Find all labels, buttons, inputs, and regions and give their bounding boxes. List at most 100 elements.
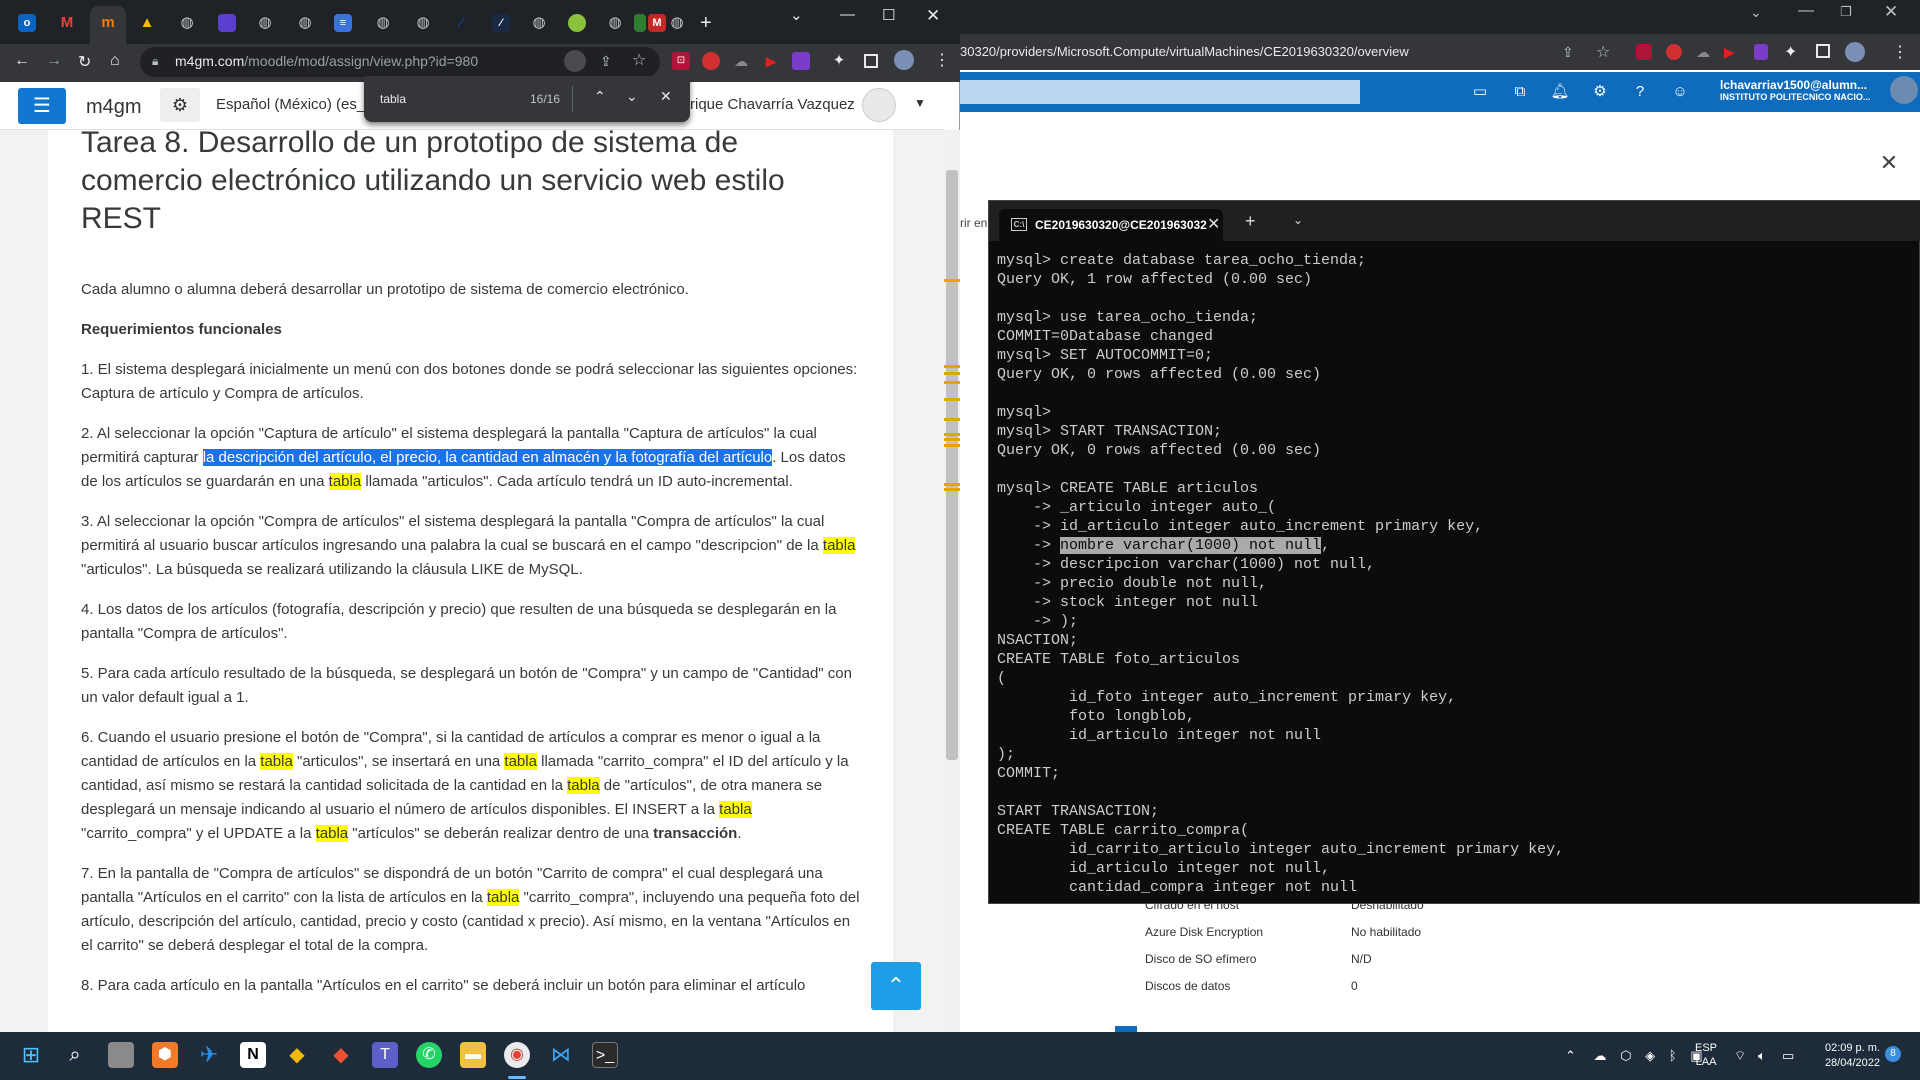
tab-icon[interactable]: ⁄ — [452, 14, 470, 32]
globe-tab-icon[interactable]: ◍ — [414, 14, 432, 32]
sidepanel-icon[interactable] — [1816, 44, 1830, 58]
puzzle-icon[interactable]: ✦ — [830, 52, 848, 70]
azure-search-box[interactable] — [960, 80, 1360, 104]
youtube-extension-icon[interactable]: ▶ — [762, 52, 780, 70]
find-close-icon[interactable]: ✕ — [660, 88, 672, 105]
user-name[interactable]: rique Chavarría Vazquez — [690, 96, 855, 113]
extension-icon[interactable] — [1636, 44, 1652, 60]
moodle-tab-icon[interactable]: m — [99, 14, 117, 32]
chrome-icon[interactable]: ◉ — [504, 1042, 530, 1068]
language-menu[interactable]: Español (México) (es_ — [216, 96, 365, 113]
profile-avatar[interactable] — [894, 50, 914, 70]
share-icon[interactable]: ⇪ — [600, 53, 612, 70]
minimize-button[interactable]: — — [840, 6, 855, 23]
home-icon[interactable]: ⌂ — [110, 52, 120, 70]
right-url-text[interactable]: 30320/providers/Microsoft.Compute/virtua… — [960, 44, 1409, 59]
globe-tab-icon[interactable]: ◍ — [606, 14, 624, 32]
globe-tab-icon[interactable]: ◍ — [256, 14, 274, 32]
globe-tab-icon[interactable]: ◍ — [530, 14, 548, 32]
find-input[interactable]: tabla — [380, 92, 406, 106]
globe-tab-icon[interactable]: ◍ — [374, 14, 392, 32]
sidepanel-icon[interactable] — [864, 54, 878, 68]
find-previous-icon[interactable]: ⌃ — [594, 88, 606, 105]
tab-search-icon[interactable]: ⌄ — [1750, 4, 1762, 21]
find-next-icon[interactable]: ⌄ — [626, 88, 638, 105]
notion-icon[interactable]: N — [240, 1042, 266, 1068]
close-tab-icon[interactable]: ✕ — [1207, 209, 1220, 241]
extension-icon[interactable]: ☁ — [1696, 44, 1710, 61]
bookmark-star-icon[interactable]: ☆ — [1596, 42, 1610, 62]
back-to-top-button[interactable]: ⌃ — [871, 962, 921, 1010]
extension-icon[interactable]: ⊡ — [672, 52, 690, 70]
profile-avatar[interactable] — [1845, 42, 1865, 62]
share-icon[interactable]: ⇪ — [1562, 44, 1574, 61]
restore-button[interactable]: ❐ — [1840, 4, 1852, 20]
reload-icon[interactable]: ↻ — [78, 52, 91, 72]
outlook-tab-icon[interactable]: o — [18, 14, 36, 32]
kebab-menu-icon[interactable]: ⋮ — [1892, 42, 1908, 62]
youtube-extension-icon[interactable]: ▶ — [1724, 44, 1735, 61]
extension-icon[interactable] — [1754, 44, 1768, 60]
tray-app-icon[interactable]: ◈ — [1645, 1048, 1655, 1063]
terminal-window[interactable]: C:\ CE2019630320@CE201963032 ✕ + ⌄ mysql… — [988, 200, 1920, 904]
vscode-icon[interactable]: ⋈ — [548, 1042, 574, 1068]
gear-icon[interactable]: ⚙ — [160, 88, 200, 122]
tab-icon[interactable] — [218, 14, 236, 32]
site-brand[interactable]: m4gm — [86, 96, 142, 119]
directory-icon[interactable]: ⧉ — [1510, 82, 1530, 102]
wifi-icon[interactable]: ⌔ — [1734, 1048, 1746, 1064]
new-tab-button[interactable]: + — [1245, 211, 1256, 232]
lock-icon[interactable]: 🔒︎ — [152, 54, 158, 69]
cloud-icon[interactable]: ☁ — [1594, 1048, 1607, 1063]
start-button[interactable]: ⊞ — [18, 1042, 44, 1068]
terminal-icon[interactable]: >_ — [592, 1042, 618, 1068]
docs-tab-icon[interactable]: ≡ — [334, 14, 352, 32]
reader-icon[interactable] — [564, 50, 586, 72]
avatar[interactable] — [862, 88, 896, 122]
bookmark-star-icon[interactable]: ☆ — [632, 50, 646, 70]
bell-icon[interactable]: 🔔︎ — [1550, 82, 1570, 102]
globe-tab-icon[interactable]: ◍ — [296, 14, 314, 32]
tab-search-icon[interactable]: ⌄ — [790, 6, 803, 24]
back-icon[interactable]: ← — [14, 52, 30, 70]
volume-icon[interactable]: 🔈︎ — [1758, 1048, 1766, 1064]
binance-icon[interactable]: ◆ — [284, 1042, 310, 1068]
feedback-icon[interactable]: ☺ — [1670, 82, 1690, 102]
terminal-tab[interactable]: C:\ CE2019630320@CE201963032 ✕ — [999, 209, 1223, 241]
close-window-button[interactable]: ✕ — [1884, 2, 1898, 22]
chevron-up-icon[interactable]: ⌃ — [1565, 1048, 1576, 1063]
tab-icon[interactable] — [568, 14, 586, 32]
tab-icon[interactable]: M — [648, 14, 666, 32]
globe-tab-icon[interactable]: ◍ — [178, 14, 196, 32]
minimize-button[interactable]: — — [1798, 2, 1814, 20]
menu-toggle-button[interactable]: ☰ — [18, 88, 66, 124]
sheets-tab-icon[interactable] — [634, 14, 646, 32]
scrollbar-thumb[interactable] — [946, 170, 958, 760]
tab-icon[interactable]: ⁄ — [492, 14, 510, 32]
maximize-button[interactable]: ☐ — [882, 6, 895, 24]
gmail-tab-icon[interactable]: M — [58, 14, 76, 32]
tool-icon[interactable]: ✈ — [196, 1042, 222, 1068]
puzzle-icon[interactable]: ✦ — [1784, 42, 1797, 62]
avatar[interactable] — [1890, 76, 1918, 104]
battery-icon[interactable]: ▭ — [1782, 1048, 1794, 1064]
extension-icon[interactable] — [792, 52, 810, 70]
git-icon[interactable]: ◆ — [328, 1042, 354, 1068]
notification-badge[interactable]: 8 — [1885, 1046, 1901, 1062]
app-icon[interactable]: ⬢ — [152, 1042, 178, 1068]
close-window-button[interactable]: ✕ — [926, 6, 940, 26]
file-explorer-icon[interactable]: ▬ — [460, 1042, 486, 1068]
extension-icon[interactable]: ☁ — [732, 52, 750, 70]
language-indicator[interactable]: ESP LAA — [1695, 1041, 1717, 1069]
teams-icon[interactable]: T — [372, 1042, 398, 1068]
gear-icon[interactable]: ⚙ — [1590, 82, 1610, 102]
chevron-down-icon[interactable]: ⌄ — [1293, 213, 1303, 227]
close-icon[interactable]: ✕ — [1874, 150, 1904, 180]
search-icon[interactable]: ⌕ — [62, 1042, 88, 1068]
terminal-output[interactable]: mysql> create database tarea_ocho_tienda… — [997, 251, 1913, 901]
tray-app-icon[interactable]: ⬡ — [1620, 1048, 1631, 1063]
help-icon[interactable]: ? — [1630, 82, 1650, 102]
kebab-menu-icon[interactable]: ⋮ — [934, 50, 950, 70]
globe-tab-icon[interactable]: ◍ — [668, 14, 686, 32]
extension-icon[interactable] — [1666, 44, 1682, 60]
